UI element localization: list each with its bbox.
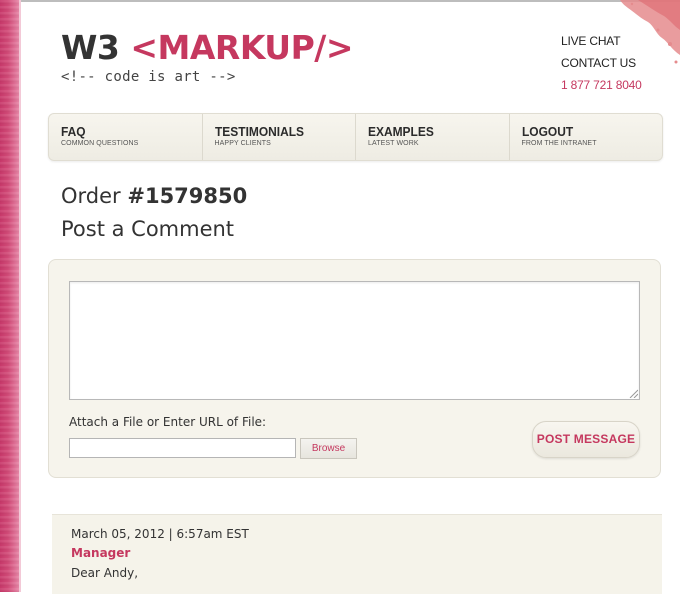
nav-item-examples[interactable]: EXAMPLES LATEST WORK [356, 114, 510, 160]
live-chat-link[interactable]: LIVE CHAT [561, 30, 642, 52]
nav-item-label: TESTIMONIALS [214, 124, 304, 139]
order-number: #1579850 [127, 184, 248, 208]
decorative-left-strip-edge [19, 0, 21, 592]
nav-item-sublabel: LATEST WORK [368, 140, 419, 147]
order-title-prefix: Order [61, 184, 128, 208]
top-border [0, 0, 680, 2]
header-links: LIVE CHAT CONTACT US 1 877 721 8040 [561, 30, 642, 96]
file-url-input[interactable] [69, 438, 296, 458]
nav-item-label: LOGOUT [521, 124, 573, 139]
comment-textarea[interactable] [69, 281, 640, 400]
site-logo[interactable]: W3 <MARKUP/> [61, 28, 353, 68]
logo-w3-text: W3 [61, 28, 120, 67]
attach-file-label: Attach a File or Enter URL of File: [69, 415, 267, 429]
decorative-left-strip-texture [0, 0, 20, 592]
site-tagline: <!-- code is art --> [61, 69, 236, 85]
comment-date: March 05, 2012 | 6:57am EST [71, 527, 249, 541]
order-title: Order #1579850 [61, 184, 247, 208]
nav-item-sublabel: FROM THE INTRANET [521, 140, 597, 147]
nav-item-label: EXAMPLES [368, 124, 434, 139]
nav-item-faq[interactable]: FAQ COMMON QUESTIONS [49, 114, 203, 160]
resize-grip-icon[interactable] [628, 388, 638, 398]
contact-us-link[interactable]: CONTACT US [561, 52, 642, 74]
browse-button[interactable]: Browse [300, 438, 357, 459]
main-nav: FAQ COMMON QUESTIONS TESTIMONIALS HAPPY … [48, 113, 663, 161]
post-comment-heading: Post a Comment [61, 217, 235, 241]
nav-item-sublabel: HAPPY CLIENTS [214, 140, 271, 147]
phone-number: 1 877 721 8040 [561, 78, 642, 92]
logo-markup-text: <MARKUP/> [130, 28, 353, 67]
nav-item-sublabel: COMMON QUESTIONS [61, 140, 139, 147]
nav-item-label: FAQ [61, 124, 86, 139]
comment-item [52, 514, 662, 594]
comment-body: Dear Andy, [71, 566, 139, 580]
nav-item-testimonials[interactable]: TESTIMONIALS HAPPY CLIENTS [203, 114, 356, 160]
comment-author: Manager [71, 546, 131, 560]
post-message-button[interactable]: POST MESSAGE [532, 421, 640, 458]
nav-item-logout[interactable]: LOGOUT FROM THE INTRANET [510, 114, 663, 160]
